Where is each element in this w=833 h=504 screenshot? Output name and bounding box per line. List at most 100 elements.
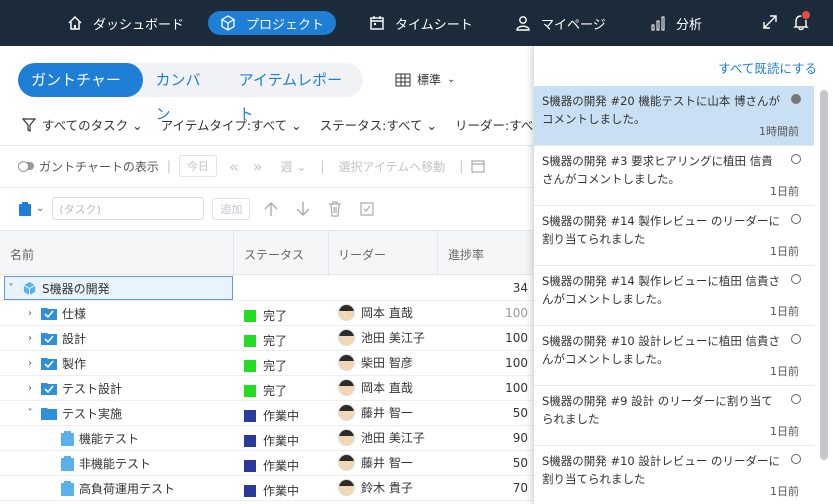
checkbox-icon[interactable]	[360, 201, 374, 217]
next-double-icon[interactable]: »	[253, 157, 263, 176]
avatar	[338, 354, 355, 371]
leader-cell: 池田 美江子	[338, 429, 425, 446]
expand-icon[interactable]: ›	[24, 358, 36, 369]
bar-chart-icon	[651, 16, 665, 31]
table-row[interactable]: › 設計 完了 池田 美江子 100	[0, 326, 533, 351]
trash-icon[interactable]	[328, 200, 342, 217]
scrollbar[interactable]	[820, 90, 828, 460]
avatar	[338, 454, 355, 471]
notification-item[interactable]: S機器の開発 #9 設計 のリーダーに割り当てられました 1日前	[534, 386, 814, 446]
status-cell: 作業中	[244, 407, 299, 424]
row-name: 設計	[62, 331, 87, 346]
gantt-toggle[interactable]	[18, 161, 34, 172]
prev-double-icon[interactable]: «	[229, 157, 239, 176]
notification-item[interactable]: S機器の開発 #3 要求ヒアリングに植田 信貴さんがコメントしました。 1日前	[534, 146, 814, 206]
avatar	[338, 329, 355, 346]
read-status-dot[interactable]	[791, 274, 801, 284]
task-toolbar: ⌄ (タスク) 追加	[18, 197, 374, 220]
layout-select[interactable]: 標準 ⌄	[395, 71, 455, 88]
read-status-dot[interactable]	[791, 454, 801, 464]
chevron-down-icon[interactable]: ⌄	[36, 203, 44, 214]
col-leader[interactable]: リーダー	[338, 246, 386, 263]
status-cell: 完了	[244, 307, 287, 324]
expand-icon[interactable]: ›	[24, 333, 36, 344]
table-icon	[395, 73, 411, 86]
collapse-icon[interactable]: ˅	[5, 283, 17, 294]
mark-all-read-link[interactable]: すべて既読にする	[718, 58, 817, 77]
nav-label: ダッシュボード	[93, 17, 185, 33]
gantt-toggle-label: ガントチャートの表示	[39, 159, 159, 174]
nav-dashboard[interactable]: ダッシュボード	[55, 11, 196, 35]
read-status-dot[interactable]	[791, 154, 801, 164]
clipboard-icon	[61, 480, 74, 496]
col-name[interactable]: 名前	[10, 246, 34, 263]
col-status[interactable]: ステータス	[244, 246, 304, 263]
filter-item-type[interactable]: アイテムタイプ:すべて ⌄	[161, 115, 302, 134]
nav-mypage[interactable]: マイページ	[503, 11, 618, 35]
leader-name: 鈴木 貴子	[361, 481, 413, 495]
table-row[interactable]: ˅ S機器の開発 34	[0, 276, 533, 301]
filter-task[interactable]: すべてのタスク ⌄	[42, 115, 143, 134]
expand-icon[interactable]: ›	[24, 308, 36, 319]
leader-cell: 岡本 直哉	[338, 379, 413, 396]
table-row[interactable]: 高負荷運用テスト 作業中 鈴木 貴子 70	[0, 476, 533, 501]
row-progress: 90	[512, 431, 528, 445]
week-select[interactable]: 週 ⌄	[281, 158, 307, 175]
tab-item-report[interactable]: アイテムレポート	[226, 63, 363, 123]
notification-item[interactable]: S機器の開発 #14 製作レビュー のリーダーに割り当てられました 1日前	[534, 206, 814, 266]
notification-item[interactable]: S機器の開発 #14 製作レビューに植田 信貴さんがコメントしました。 1日前	[534, 266, 814, 326]
read-status-dot[interactable]	[791, 94, 801, 104]
read-status-dot[interactable]	[791, 394, 801, 404]
add-button[interactable]: 追加	[212, 197, 251, 220]
week-label: 週	[280, 159, 293, 174]
status-marker	[244, 409, 256, 422]
notification-item[interactable]: S機器の開発 #10 設計レビュー のリーダーに割り当てられました 1日前	[534, 446, 814, 504]
row-name: テスト設計	[62, 381, 123, 396]
row-name: 機能テスト	[79, 431, 140, 446]
arrow-down-icon[interactable]	[296, 201, 310, 217]
leader-cell: 柴田 智彦	[338, 354, 413, 371]
clipboard-icon[interactable]	[18, 201, 32, 217]
filter-bar: すべてのタスク ⌄ アイテムタイプ:すべて ⌄ ステータス:すべて ⌄ リーダー…	[22, 115, 533, 134]
tab-gantt[interactable]: ガントチャート	[18, 63, 143, 123]
today-button[interactable]: 今日	[178, 155, 217, 177]
read-status-dot[interactable]	[791, 214, 801, 224]
table-row[interactable]: › 製作 完了 柴田 智彦 100	[0, 351, 533, 376]
tab-kanban[interactable]: カンバン	[143, 63, 226, 123]
status-marker	[244, 459, 256, 472]
notification-text: S機器の開発 #14 製作レビューに植田 信貴さんがコメントしました。	[542, 274, 781, 306]
nav-project[interactable]: プロジェクト	[208, 11, 337, 35]
expand-icon[interactable]: ›	[24, 383, 36, 394]
filter-status[interactable]: ステータス:すべて ⌄	[320, 115, 437, 134]
table-row[interactable]: ˅ テスト実施 作業中 藤井 智一 50	[0, 401, 533, 426]
task-name-input[interactable]: (タスク)	[52, 197, 205, 220]
separator: |	[166, 159, 171, 173]
notification-text: S機器の開発 #3 要求ヒアリングに植田 信貴さんがコメントしました。	[542, 154, 773, 186]
status-label: 完了	[263, 384, 288, 398]
notification-item[interactable]: S機器の開発 #10 設計レビューに植田 信貴さんがコメントしました。 1日前	[534, 326, 814, 386]
status-marker	[244, 309, 256, 322]
filter-leader[interactable]: リーダー:すべ	[455, 115, 533, 134]
row-name: 製作	[62, 356, 87, 371]
expand-icon[interactable]	[761, 13, 779, 31]
table-row[interactable]: › 仕様 完了 岡本 直哉 100	[0, 301, 533, 326]
col-progress[interactable]: 進捗率	[448, 246, 484, 263]
status-label: 作業中	[263, 459, 300, 473]
table-row[interactable]: › テスト設計 完了 岡本 直哉 100	[0, 376, 533, 401]
main-area: ガントチャート カンバン アイテムレポート 標準 ⌄ すべてのタスク ⌄ アイテ…	[0, 46, 533, 504]
collapse-icon[interactable]: ˅	[24, 408, 36, 419]
checked-folder-icon	[41, 332, 57, 345]
calendar-icon[interactable]	[471, 159, 485, 173]
jump-to-selected-button[interactable]: 選択アイテムへ移動	[338, 158, 445, 175]
col-separator	[233, 231, 234, 276]
read-status-dot[interactable]	[791, 334, 801, 344]
row-progress: 100	[505, 306, 528, 320]
table-row[interactable]: 機能テスト 作業中 池田 美江子 90	[0, 426, 533, 451]
nav-analysis[interactable]: 分析	[638, 11, 714, 35]
nav-timesheet[interactable]: タイムシート	[357, 11, 485, 35]
table-row[interactable]: 非機能テスト 作業中 藤井 智一 50	[0, 451, 533, 476]
home-icon	[68, 15, 82, 30]
arrow-up-icon[interactable]	[264, 201, 278, 217]
calendar-icon	[370, 16, 384, 30]
notification-item[interactable]: S機器の開発 #20 機能テストに山本 博さんがコメントしました。 1時間前	[534, 86, 814, 146]
